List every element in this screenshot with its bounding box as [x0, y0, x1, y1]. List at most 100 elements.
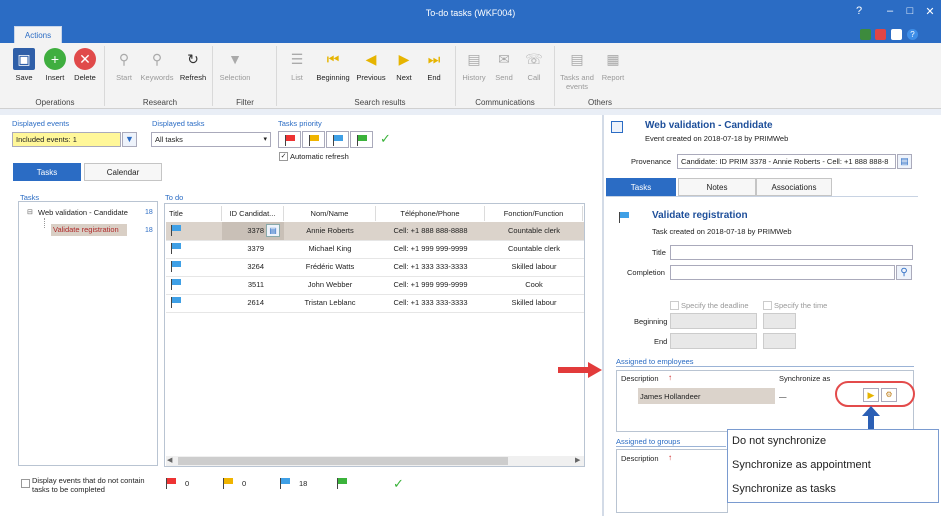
column-header-id[interactable]: ID Candidat...	[222, 206, 284, 221]
column-header-name[interactable]: Nom/Name	[284, 206, 376, 221]
calendar-icon	[611, 121, 623, 133]
print-icon[interactable]	[891, 29, 902, 40]
option-do-not-synchronize[interactable]: Do not synchronize	[732, 435, 826, 447]
priority-yellow-toggle[interactable]	[302, 131, 325, 148]
title-input[interactable]	[670, 245, 913, 260]
previous-button[interactable]: ◀ Previous	[353, 48, 389, 83]
blue-flag-icon	[171, 225, 181, 236]
refresh-icon: ↻	[187, 50, 199, 67]
tab-tasks[interactable]: Tasks	[13, 163, 81, 181]
scroll-left-icon[interactable]: ◀	[167, 456, 172, 464]
group-filter: Filter	[236, 98, 254, 107]
help-icon[interactable]: ?	[852, 5, 866, 17]
selection-button[interactable]: ▼ Selection	[217, 48, 253, 82]
info-icon[interactable]: ?	[907, 29, 918, 40]
option-synchronize-appointment[interactable]: Synchronize as appointment	[732, 459, 871, 471]
priority-blue-toggle[interactable]	[326, 131, 349, 148]
tasks-events-button[interactable]: ▤ Tasks and events	[558, 48, 596, 92]
sort-icon[interactable]: ↑	[668, 373, 672, 382]
save-icon: ▣	[13, 48, 35, 70]
search-icon[interactable]: ⚲	[896, 265, 912, 280]
blue-flag-icon	[171, 261, 181, 272]
keywords-button[interactable]: ⚲ Keywords	[139, 48, 175, 83]
tree-item-web-validation[interactable]: Web validation - Candidate	[38, 208, 128, 217]
beginning-time-field[interactable]	[763, 313, 796, 329]
blue-flag-icon	[280, 478, 290, 489]
sync-options-popup: Do not synchronize Synchronize as appoin…	[727, 429, 939, 503]
column-header-function[interactable]: Fonction/Function	[485, 206, 583, 221]
tab-associations[interactable]: Associations	[756, 178, 832, 196]
displayed-tasks-select[interactable]: All tasks ▾	[151, 132, 271, 147]
open-candidate-icon[interactable]: ▤	[266, 224, 280, 237]
keywords-icon: ⚲	[151, 50, 163, 67]
divider	[212, 46, 213, 106]
displayed-events-label: Displayed events	[12, 119, 70, 128]
panel-splitter[interactable]	[602, 115, 604, 516]
first-icon: ⏮	[326, 50, 340, 67]
funnel-icon: ▼	[228, 51, 242, 67]
cell-id: 3264	[247, 262, 264, 271]
display-events-checkbox[interactable]	[21, 479, 30, 488]
end-button[interactable]: ⏭ End	[416, 48, 452, 83]
report-button[interactable]: ▦ Report	[595, 48, 631, 83]
completion-input[interactable]	[670, 265, 895, 280]
beginning-date-field[interactable]	[670, 313, 757, 329]
automatic-refresh-label: Automatic refresh	[290, 152, 349, 161]
cell-function: Skilled labour	[511, 298, 557, 307]
scrollbar-thumb[interactable]	[178, 457, 508, 465]
close-button[interactable]: ✕	[923, 5, 937, 18]
checkmark-icon[interactable]: ✓	[380, 131, 391, 147]
flag-icon[interactable]	[875, 29, 886, 40]
priority-red-toggle[interactable]	[278, 131, 301, 148]
beginning-button[interactable]: ⏮ Beginning	[314, 48, 352, 83]
event-title: Web validation - Candidate	[645, 120, 773, 131]
search-icon: ⚲	[118, 50, 130, 67]
groups-description-column[interactable]: Description	[621, 454, 659, 463]
start-button[interactable]: ⚲ Start	[106, 48, 142, 83]
provenance-field[interactable]: Candidate: ID PRIM 3378 - Annie Roberts …	[677, 154, 896, 169]
tab-calendar[interactable]: Calendar	[84, 163, 162, 181]
tab-actions[interactable]: Actions	[14, 26, 62, 44]
priority-green-toggle[interactable]	[350, 131, 373, 148]
sync-column[interactable]: Synchronize as	[779, 374, 830, 383]
phone-icon[interactable]	[860, 29, 871, 40]
sync-value: —	[779, 392, 787, 401]
mail-icon: ✉	[498, 50, 510, 67]
cell-name: Michael King	[308, 244, 352, 253]
row-divider	[166, 312, 584, 313]
ribbon-bottom-border	[0, 109, 941, 115]
call-button[interactable]: ☏ Call	[516, 48, 552, 83]
group-others: Others	[587, 98, 612, 107]
automatic-refresh-checkbox[interactable]: ✓	[279, 152, 288, 161]
beginning-label: Beginning	[634, 317, 668, 326]
end-date-field[interactable]	[670, 333, 757, 349]
description-column[interactable]: Description	[621, 374, 659, 383]
delete-button[interactable]: ✕ Delete	[67, 48, 103, 82]
open-provenance-icon[interactable]: ▤	[897, 154, 912, 169]
time-checkbox[interactable]	[763, 301, 772, 310]
tree-item-validate-registration[interactable]: Validate registration	[51, 224, 127, 236]
group-search-results: Search results	[354, 98, 406, 107]
end-time-field[interactable]	[763, 333, 796, 349]
refresh-button[interactable]: ↻ Refresh	[175, 48, 211, 83]
tab-detail-tasks[interactable]: Tasks	[606, 178, 676, 196]
column-header-phone[interactable]: Téléphone/Phone	[376, 206, 485, 221]
maximize-button[interactable]: □	[903, 5, 917, 17]
checkmark-icon: ✓	[393, 476, 404, 491]
provenance-label: Provenance	[631, 157, 672, 166]
scroll-right-icon[interactable]: ▶	[575, 456, 580, 464]
tab-notes[interactable]: Notes	[678, 178, 756, 196]
option-synchronize-tasks[interactable]: Synchronize as tasks	[732, 483, 836, 495]
blue-flag-icon	[171, 279, 181, 290]
clipboard-icon: ▤	[570, 50, 584, 67]
filter-icon[interactable]: ▼	[122, 132, 137, 147]
divider	[554, 46, 555, 106]
collapse-icon[interactable]: ⊟	[27, 208, 33, 216]
deadline-checkbox[interactable]	[670, 301, 679, 310]
minimize-button[interactable]: –	[883, 5, 897, 17]
list-button[interactable]: ☰ List	[279, 48, 315, 83]
displayed-events-field[interactable]: Included events: 1	[12, 132, 121, 147]
sort-icon[interactable]: ↑	[668, 453, 672, 462]
task-title: Validate registration	[652, 210, 748, 221]
column-header-title[interactable]: Title	[166, 206, 222, 221]
